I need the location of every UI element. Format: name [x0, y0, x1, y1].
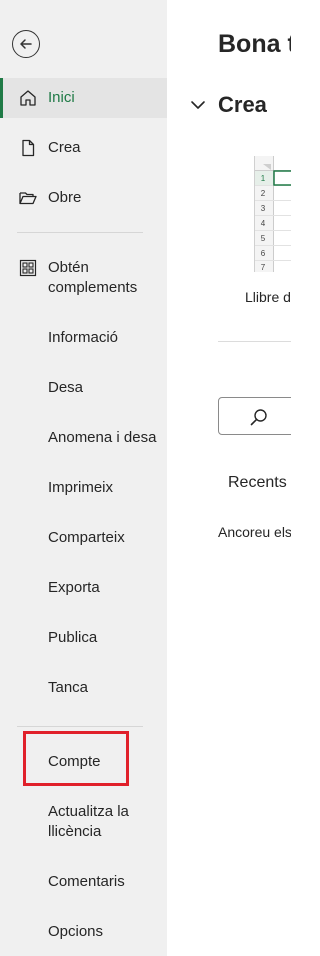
- sidebar-item-label: Comparteix: [48, 529, 125, 546]
- sidebar-item-informacio[interactable]: Informació: [0, 318, 167, 358]
- spreadsheet-thumbnail: 1 2 3 4 5 6 7: [255, 156, 291, 272]
- sidebar-item-comparteix[interactable]: Comparteix: [0, 518, 167, 558]
- collapse-crea-button[interactable]: [187, 94, 209, 116]
- sidebar-divider: [17, 726, 143, 727]
- app-window: Inici Crea Obre Obtén complements Inform…: [0, 0, 291, 956]
- folder-open-icon: [17, 187, 39, 209]
- sidebar-item-label: Desa: [48, 379, 84, 396]
- blank-workbook-template[interactable]: 1 2 3 4 5 6 7: [254, 156, 291, 272]
- sidebar-item-imprimeix[interactable]: Imprimeix: [0, 468, 167, 508]
- sidebar-item-label: Comentaris: [48, 873, 125, 890]
- sidebar-item-label: Inici: [48, 89, 75, 106]
- row-number: 7: [261, 263, 266, 272]
- sidebar-divider: [17, 232, 143, 233]
- sidebar-item-label: Exporta: [48, 579, 100, 596]
- add-ins-grid-icon: [17, 257, 39, 279]
- sidebar-item-actualitza-la-llicencia[interactable]: Actualitza la llicència: [0, 798, 167, 846]
- row-number: 2: [261, 189, 266, 198]
- sidebar-item-anomena-i-desa[interactable]: Anomena i desa: [0, 418, 167, 458]
- home-content: Bona t Crea 1 2 3 4 5 6 7 Llibre d Recen…: [167, 0, 291, 956]
- sidebar-item-label: Opcions: [48, 923, 104, 940]
- home-icon: [17, 87, 39, 109]
- sidebar-item-label: Publica: [48, 629, 98, 646]
- sidebar-item-label: Crea: [48, 139, 81, 156]
- back-button[interactable]: [12, 30, 40, 58]
- sidebar-item-label: Obtén complements: [48, 259, 138, 296]
- sidebar-item-label: Obre: [48, 189, 82, 206]
- sidebar-item-label: Tanca: [48, 679, 89, 696]
- sidebar-item-publica[interactable]: Publica: [0, 618, 167, 658]
- sidebar-item-crea[interactable]: Crea: [0, 128, 167, 168]
- sidebar-item-obre[interactable]: Obre: [0, 178, 167, 218]
- row-number: 1: [261, 174, 266, 183]
- new-document-icon: [17, 137, 39, 159]
- row-number: 3: [261, 204, 266, 213]
- sidebar-item-comentaris[interactable]: Comentaris: [0, 862, 167, 902]
- tab-recents[interactable]: Recents: [228, 474, 287, 492]
- sidebar-item-label: Informació: [48, 329, 119, 346]
- row-number: 6: [261, 249, 266, 258]
- sidebar-item-tanca[interactable]: Tanca: [0, 668, 167, 708]
- crea-section-title: Crea: [218, 92, 267, 117]
- sidebar-item-label: Imprimeix: [48, 479, 114, 496]
- sidebar-item-opcions[interactable]: Opcions: [0, 912, 167, 952]
- pin-files-message: Ancoreu els fitxer.: [218, 524, 291, 540]
- sidebar-item-label: Actualitza la llicència: [48, 803, 129, 840]
- sidebar-item-label: Anomena i desa: [48, 429, 157, 446]
- blank-workbook-caption: Llibre d: [245, 289, 291, 305]
- sidebar-item-desa[interactable]: Desa: [0, 368, 167, 408]
- row-number: 5: [261, 234, 266, 243]
- sidebar-item-inici[interactable]: Inici: [0, 78, 167, 118]
- back-arrow-icon: [20, 39, 32, 49]
- search-icon: [250, 409, 267, 426]
- highlight-box: [23, 731, 129, 786]
- row-number: 4: [261, 219, 266, 228]
- chevron-down-icon: [191, 101, 205, 109]
- backstage-sidebar: Inici Crea Obre Obtén complements Inform…: [0, 0, 168, 956]
- search-input[interactable]: [218, 397, 291, 435]
- section-divider: [218, 341, 291, 342]
- sidebar-item-obten-complements[interactable]: Obtén complements: [0, 254, 167, 302]
- sidebar-item-exporta[interactable]: Exporta: [0, 568, 167, 608]
- greeting-heading: Bona t: [218, 30, 291, 58]
